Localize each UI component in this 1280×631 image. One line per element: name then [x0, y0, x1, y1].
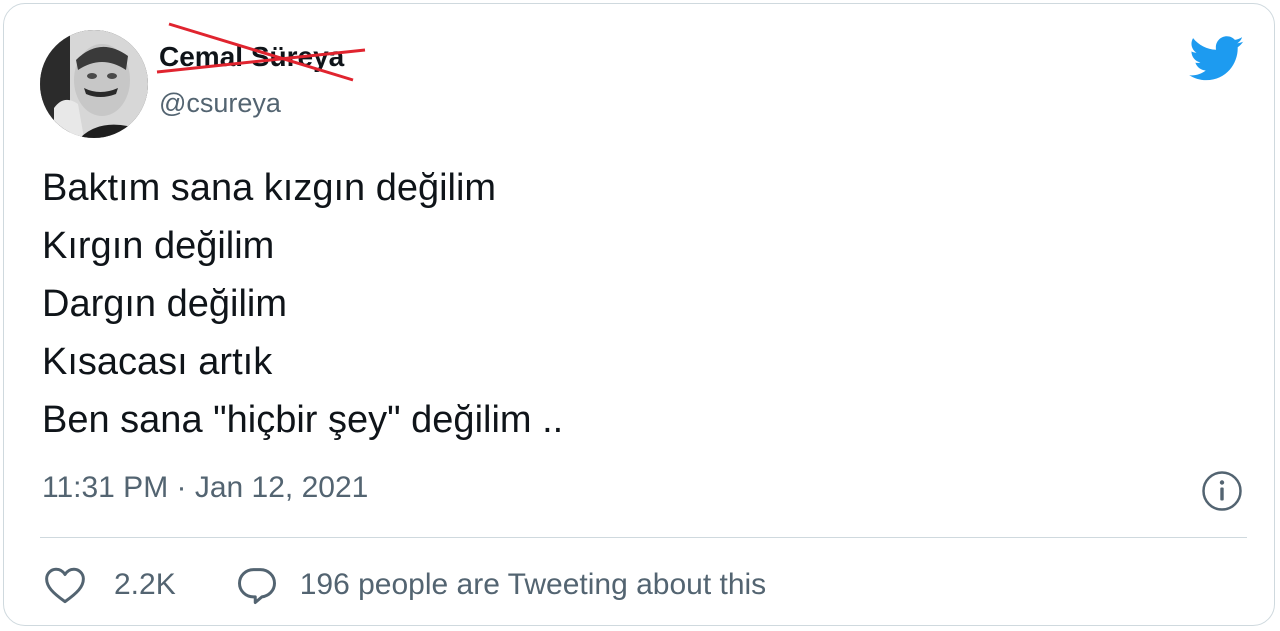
action-bar: 2.2K 196 people are Tweeting about this — [44, 565, 766, 605]
heart-icon[interactable] — [44, 565, 86, 605]
info-icon[interactable] — [1201, 470, 1243, 512]
reply-bubble-icon[interactable] — [236, 565, 278, 605]
tweet-line: Kırgın değilim — [42, 225, 275, 267]
tweeting-about-link[interactable]: 196 people are Tweeting about this — [300, 567, 766, 603]
twitter-bird-icon[interactable] — [1189, 36, 1245, 82]
tweet-line: Baktım sana kızgın değilim — [42, 167, 497, 209]
tweet-text: Baktım sana kızgın değilim Kırgın değili… — [42, 159, 563, 449]
like-count[interactable]: 2.2K — [114, 567, 176, 603]
tweet-timestamp[interactable]: 11:31 PM · Jan 12, 2021 — [42, 470, 368, 506]
avatar[interactable] — [40, 30, 148, 138]
tweet-card: Cemal Süreya @csureya Baktım sana kızgın… — [3, 3, 1275, 626]
tweet-line: Ben sana "hiçbir şey" değilim .. — [42, 399, 564, 441]
author-handle[interactable]: @csureya — [159, 86, 281, 120]
author-name[interactable]: Cemal Süreya — [159, 40, 344, 74]
author-name-wrap[interactable]: Cemal Süreya — [156, 22, 366, 82]
avatar-photo — [40, 30, 148, 138]
divider — [40, 537, 1247, 538]
tweet-line: Kısacası artık — [42, 341, 273, 383]
tweet-line: Dargın değilim — [42, 283, 287, 325]
